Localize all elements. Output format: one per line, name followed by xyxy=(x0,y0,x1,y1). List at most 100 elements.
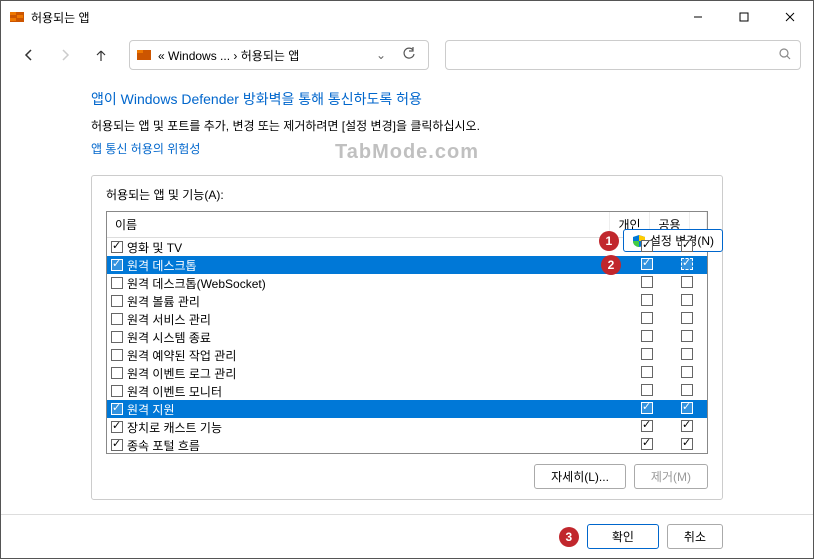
list-row[interactable]: 원격 이벤트 로그 관리 xyxy=(107,364,707,382)
enable-checkbox[interactable] xyxy=(111,295,123,307)
private-cell xyxy=(627,258,667,273)
remove-button: 제거(M) xyxy=(634,464,708,489)
list-row[interactable]: 원격 데스크톱2 xyxy=(107,256,707,274)
row-label: 장치로 캐스트 기능 xyxy=(127,419,222,436)
row-label: 원격 볼륨 관리 xyxy=(127,293,200,310)
ok-button[interactable]: 확인 xyxy=(587,524,659,549)
enable-checkbox[interactable] xyxy=(111,439,123,451)
public-checkbox[interactable] xyxy=(681,312,693,324)
list-row[interactable]: 원격 데스크톱(WebSocket) xyxy=(107,274,707,292)
breadcrumb[interactable]: « Windows ... › 허용되는 앱 xyxy=(158,47,366,64)
enable-checkbox[interactable] xyxy=(111,259,123,271)
list-row[interactable]: 원격 이벤트 모니터 xyxy=(107,382,707,400)
private-checkbox[interactable] xyxy=(641,240,653,252)
list-row[interactable]: 원격 볼륨 관리 xyxy=(107,292,707,310)
row-name-cell: 원격 데스크톱(WebSocket) xyxy=(107,275,627,292)
public-cell xyxy=(667,294,707,309)
enable-checkbox[interactable] xyxy=(111,385,123,397)
public-checkbox[interactable] xyxy=(681,276,693,288)
public-cell xyxy=(667,348,707,363)
firewall-icon xyxy=(136,47,152,63)
row-name-cell: 원격 서비스 관리 xyxy=(107,311,627,328)
address-bar[interactable]: « Windows ... › 허용되는 앱 ⌄ xyxy=(129,40,429,70)
private-cell xyxy=(627,366,667,381)
apps-list: 이름 개인 공용 영화 및 TV원격 데스크톱2원격 데스크톱(WebSocke… xyxy=(106,211,708,454)
private-cell xyxy=(627,312,667,327)
list-row[interactable]: 원격 지원 xyxy=(107,400,707,418)
public-checkbox[interactable] xyxy=(681,330,693,342)
row-label: 원격 예약된 작업 관리 xyxy=(127,347,236,364)
col-name[interactable]: 이름 xyxy=(107,212,610,237)
details-button[interactable]: 자세히(L)... xyxy=(534,464,626,489)
private-checkbox[interactable] xyxy=(641,438,653,450)
back-button[interactable] xyxy=(13,41,45,69)
private-cell xyxy=(627,402,667,417)
public-cell xyxy=(667,330,707,345)
private-checkbox[interactable] xyxy=(641,384,653,396)
up-button[interactable] xyxy=(85,41,117,69)
row-name-cell: 원격 시스템 종료 xyxy=(107,329,627,346)
public-cell xyxy=(667,420,707,435)
row-name-cell: 원격 지원 xyxy=(107,401,627,418)
private-checkbox[interactable] xyxy=(641,276,653,288)
private-cell xyxy=(627,348,667,363)
list-row[interactable]: 원격 예약된 작업 관리 xyxy=(107,346,707,364)
public-checkbox[interactable] xyxy=(681,420,693,432)
refresh-button[interactable] xyxy=(396,47,422,64)
search-input[interactable] xyxy=(445,40,801,70)
private-checkbox[interactable] xyxy=(641,294,653,306)
navbar: « Windows ... › 허용되는 앱 ⌄ xyxy=(1,33,813,77)
public-checkbox[interactable] xyxy=(681,240,693,252)
public-cell xyxy=(667,402,707,417)
enable-checkbox[interactable] xyxy=(111,331,123,343)
row-label: 영화 및 TV xyxy=(127,239,182,256)
cancel-button[interactable]: 취소 xyxy=(667,524,723,549)
row-label: 원격 서비스 관리 xyxy=(127,311,211,328)
private-checkbox[interactable] xyxy=(641,258,653,270)
private-checkbox[interactable] xyxy=(641,402,653,414)
chevron-down-icon[interactable]: ⌄ xyxy=(372,48,390,62)
firewall-icon xyxy=(9,9,25,25)
row-name-cell: 원격 예약된 작업 관리 xyxy=(107,347,627,364)
risk-link[interactable]: 앱 통신 허용의 위험성 xyxy=(91,140,200,157)
list-body[interactable]: 영화 및 TV원격 데스크톱2원격 데스크톱(WebSocket)원격 볼륨 관… xyxy=(107,238,707,453)
public-checkbox[interactable] xyxy=(681,258,693,270)
private-cell xyxy=(627,294,667,309)
public-checkbox[interactable] xyxy=(681,438,693,450)
private-checkbox[interactable] xyxy=(641,420,653,432)
enable-checkbox[interactable] xyxy=(111,367,123,379)
private-cell xyxy=(627,240,667,255)
list-row[interactable]: 종속 포털 흐름 xyxy=(107,436,707,453)
titlebar: 허용되는 앱 xyxy=(1,1,813,33)
enable-checkbox[interactable] xyxy=(111,349,123,361)
list-row[interactable]: 원격 시스템 종료 xyxy=(107,328,707,346)
enable-checkbox[interactable] xyxy=(111,277,123,289)
public-checkbox[interactable] xyxy=(681,348,693,360)
public-cell xyxy=(667,312,707,327)
row-name-cell: 영화 및 TV xyxy=(107,239,627,256)
list-row[interactable]: 장치로 캐스트 기능 xyxy=(107,418,707,436)
enable-checkbox[interactable] xyxy=(111,313,123,325)
forward-button[interactable] xyxy=(49,41,81,69)
list-row[interactable]: 원격 서비스 관리 xyxy=(107,310,707,328)
private-checkbox[interactable] xyxy=(641,366,653,378)
enable-checkbox[interactable] xyxy=(111,403,123,415)
public-checkbox[interactable] xyxy=(681,294,693,306)
row-label: 원격 이벤트 로그 관리 xyxy=(127,365,236,382)
enable-checkbox[interactable] xyxy=(111,421,123,433)
private-checkbox[interactable] xyxy=(641,312,653,324)
list-row[interactable]: 영화 및 TV xyxy=(107,238,707,256)
public-checkbox[interactable] xyxy=(681,402,693,414)
public-checkbox[interactable] xyxy=(681,366,693,378)
row-label: 원격 이벤트 모니터 xyxy=(127,383,222,400)
private-checkbox[interactable] xyxy=(641,330,653,342)
public-cell xyxy=(667,366,707,381)
enable-checkbox[interactable] xyxy=(111,241,123,253)
maximize-button[interactable] xyxy=(721,1,767,33)
minimize-button[interactable] xyxy=(675,1,721,33)
close-button[interactable] xyxy=(767,1,813,33)
search-icon xyxy=(778,47,792,64)
public-checkbox[interactable] xyxy=(681,384,693,396)
page-subtext: 허용되는 앱 및 포트를 추가, 변경 또는 제거하려면 [설정 변경]을 클릭… xyxy=(91,117,723,134)
private-checkbox[interactable] xyxy=(641,348,653,360)
